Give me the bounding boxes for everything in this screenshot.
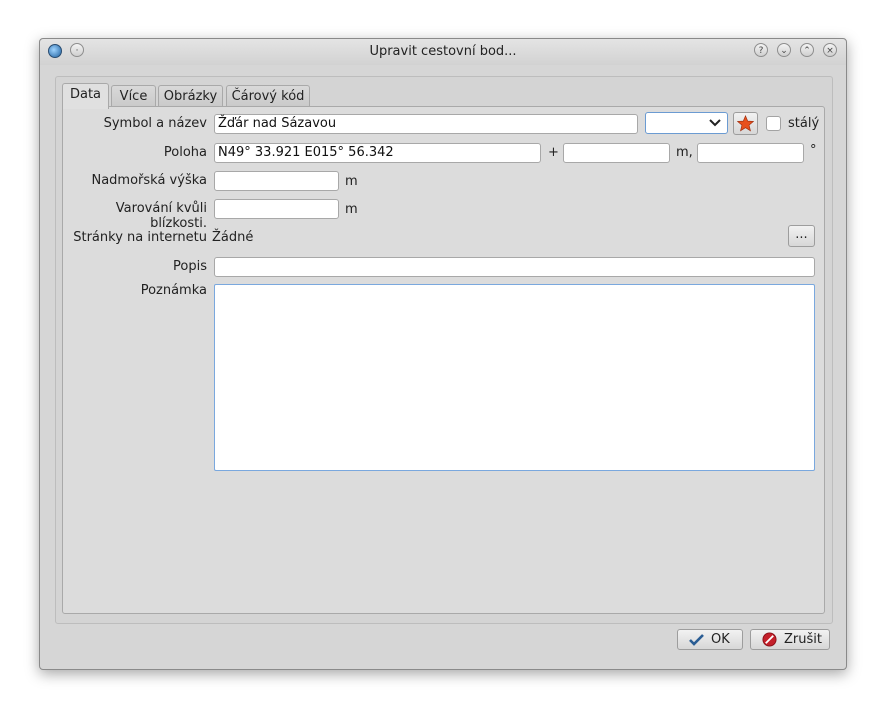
note-label: Poznámka: [140, 283, 207, 298]
position-label: Poloha: [163, 145, 207, 160]
position-offset-bearing-input[interactable]: [697, 143, 804, 163]
altitude-input[interactable]: [214, 171, 339, 191]
tab-images[interactable]: Obrázky: [158, 85, 223, 107]
window-title: Upravit cestovní bod...: [369, 44, 517, 59]
proximity-input[interactable]: [214, 199, 339, 219]
ok-label: OK: [711, 632, 730, 647]
symbol-favorite-button[interactable]: [733, 112, 758, 135]
description-input[interactable]: [214, 257, 815, 277]
tab-more[interactable]: Více: [111, 85, 156, 107]
note-textarea[interactable]: [214, 284, 815, 471]
symbol-select[interactable]: [645, 112, 728, 134]
chevron-down-icon: [709, 119, 721, 127]
cancel-label: Zrušit: [784, 632, 822, 647]
position-plus-label: +: [548, 145, 559, 160]
position-bearing-unit: °: [810, 143, 817, 158]
ok-button[interactable]: OK: [677, 629, 743, 650]
website-edit-button[interactable]: ...: [788, 225, 815, 247]
proximity-unit: m: [345, 202, 358, 217]
minimize-icon[interactable]: ⌄: [777, 43, 791, 57]
website-label: Stránky na internetu: [73, 230, 207, 245]
position-input[interactable]: N49° 33.921 E015° 56.342: [214, 143, 541, 163]
name-input[interactable]: Žďár nad Sázavou: [214, 114, 638, 134]
altitude-unit: m: [345, 174, 358, 189]
maximize-icon[interactable]: ⌃: [800, 43, 814, 57]
permanent-label: stálý: [788, 116, 820, 131]
permanent-checkbox[interactable]: [766, 116, 781, 131]
position-distance-unit: m,: [676, 145, 693, 160]
symbol-name-label: Symbol a název: [103, 116, 207, 131]
position-offset-distance-input[interactable]: [563, 143, 670, 163]
tab-barcode[interactable]: Čárový kód: [226, 85, 310, 107]
cancel-icon: [762, 632, 777, 647]
tab-data[interactable]: Data: [62, 83, 109, 109]
description-label: Popis: [173, 259, 207, 274]
title-bar[interactable]: · Upravit cestovní bod... ? ⌄ ⌃ ×: [40, 39, 846, 65]
website-value: Žádné: [212, 230, 254, 245]
altitude-label: Nadmořská výška: [91, 173, 207, 188]
cancel-button[interactable]: Zrušit: [750, 629, 830, 650]
star-icon: [737, 115, 754, 132]
close-icon[interactable]: ×: [823, 43, 837, 57]
help-icon[interactable]: ?: [754, 43, 768, 57]
edit-waypoint-dialog: · Upravit cestovní bod... ? ⌄ ⌃ × Data V…: [39, 38, 847, 670]
proximity-label: Varování kvůli blízkosti.: [115, 201, 207, 231]
checkmark-icon: [689, 634, 704, 646]
